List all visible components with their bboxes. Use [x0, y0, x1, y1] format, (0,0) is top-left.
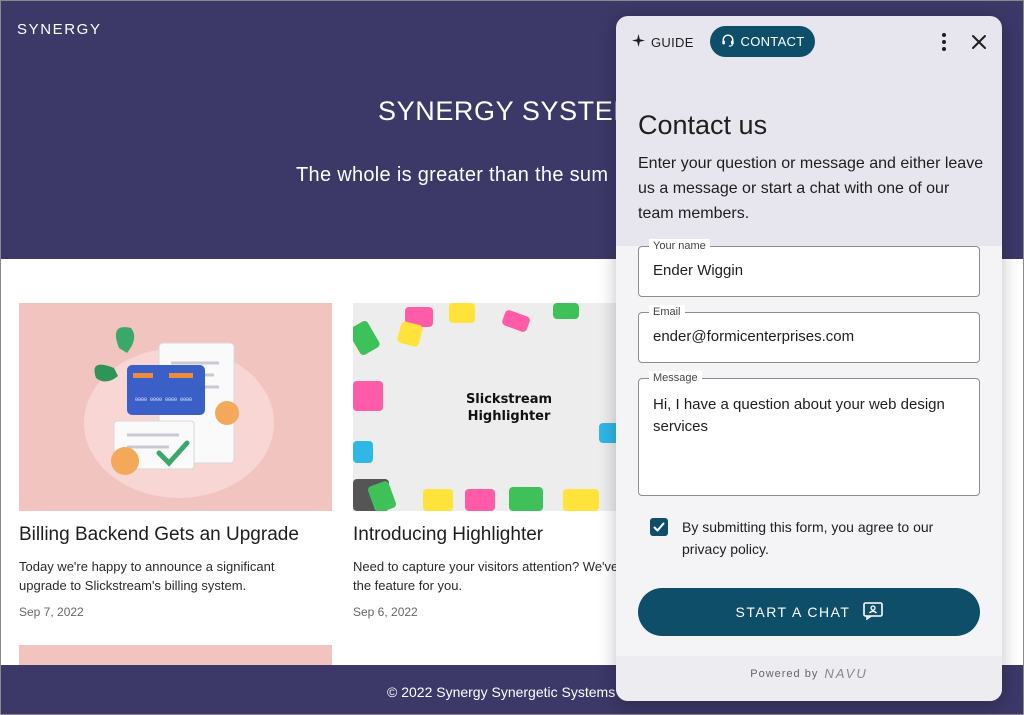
tab-contact[interactable]: CONTACT	[710, 26, 815, 57]
checkmark-icon	[653, 522, 665, 532]
consent-checkbox[interactable]	[650, 518, 668, 536]
card-title[interactable]: Billing Backend Gets an Upgrade	[19, 524, 332, 546]
card-image-caption-line1: Slickstream	[466, 392, 552, 407]
site-brand[interactable]: SYNERGY	[17, 21, 102, 38]
name-input[interactable]	[653, 262, 965, 279]
contact-description: Enter your question or message and eithe…	[638, 155, 984, 222]
more-vertical-icon[interactable]	[934, 30, 954, 54]
svg-text:0000 0000 0000 0000: 0000 0000 0000 0000	[135, 397, 192, 403]
powered-by: Powered by NAVU	[616, 666, 1002, 681]
start-chat-button[interactable]: START A CHAT	[638, 588, 980, 636]
tab-contact-label: CONTACT	[740, 34, 805, 49]
chat-icon	[862, 601, 883, 623]
card-excerpt-line: upgrade to Slickstream's billing system.	[19, 578, 247, 593]
card-excerpt-line: Today we're happy to announce a signific…	[19, 559, 275, 574]
email-field-label: Email	[649, 305, 685, 319]
contact-panel: GUIDE CONTACT Contact us Enter your ques…	[616, 16, 1002, 701]
footer-copyright: © 2022 Synergy Synergetic Systems	[387, 684, 616, 700]
hero-subtitle: The whole is greater than the sum	[296, 164, 609, 186]
card-excerpt: Today we're happy to announce a signific…	[19, 557, 332, 595]
close-icon[interactable]	[968, 30, 990, 54]
contact-heading: Contact us	[638, 110, 768, 140]
consent-text: By submitting this form, you agree to ou…	[682, 519, 934, 557]
name-field[interactable]: Your name	[638, 239, 980, 297]
card-date: Sep 7, 2022	[19, 605, 84, 619]
email-input[interactable]	[653, 328, 965, 345]
email-field[interactable]: Email	[638, 305, 980, 363]
blog-card-image-partial[interactable]	[19, 645, 332, 667]
sparkle-icon	[632, 34, 645, 50]
card-image-caption-line2: Highlighter	[468, 409, 551, 424]
tab-guide-label: GUIDE	[651, 34, 694, 50]
headset-icon	[721, 33, 735, 50]
start-chat-label: START A CHAT	[735, 604, 851, 620]
message-textarea[interactable]: Hi, I have a question about your web des…	[653, 394, 965, 487]
powered-by-label: Powered by	[750, 667, 819, 680]
billing-illustration[interactable]: 0000 0000 0000 0000	[19, 303, 332, 511]
tab-guide[interactable]: GUIDE	[632, 30, 694, 54]
hero-title: SYNERGY SYSTEMS	[378, 96, 656, 126]
navu-logo[interactable]: NAVU	[824, 666, 867, 681]
name-field-label: Your name	[649, 239, 710, 253]
message-field-label: Message	[649, 371, 702, 385]
blog-card-billing[interactable]: 0000 0000 0000 0000 Billing Backend Gets…	[19, 303, 332, 619]
consent-row: By submitting this form, you agree to ou…	[650, 516, 972, 560]
message-field[interactable]: Message Hi, I have a question about your…	[638, 371, 980, 496]
